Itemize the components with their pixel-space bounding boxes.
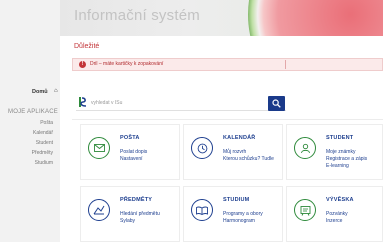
tile-link[interactable]: Hledání předmětu bbox=[120, 211, 160, 217]
tile-posta[interactable]: POŠTA Poslat dopis Nastavení bbox=[80, 124, 180, 180]
tile-title[interactable]: VÝVĚSKA bbox=[326, 197, 354, 203]
clock-icon bbox=[191, 137, 213, 159]
sidebar-apps-heading: MOJE APLIKACE bbox=[8, 109, 58, 115]
separator bbox=[72, 119, 383, 120]
tile-link[interactable]: Programy a obory bbox=[223, 211, 263, 217]
envelope-icon bbox=[88, 137, 110, 159]
sidebar-item-studium[interactable]: Studium bbox=[35, 160, 53, 166]
tile-title[interactable]: POŠTA bbox=[120, 135, 140, 141]
page-title: Informační systém bbox=[74, 7, 200, 24]
tile-link[interactable]: Poslat dopis bbox=[120, 149, 147, 155]
sidebar-item-posta[interactable]: Pošta bbox=[40, 120, 53, 126]
tile-student[interactable]: STUDENT Moje známky Registrace a zápis E… bbox=[286, 124, 383, 180]
tile-link[interactable]: Inzerce bbox=[326, 218, 342, 224]
tile-title[interactable]: STUDENT bbox=[326, 135, 353, 141]
tile-link[interactable]: Harmonogram bbox=[223, 218, 255, 224]
search-bar bbox=[76, 95, 286, 111]
tile-title[interactable]: PŘEDMĚTY bbox=[120, 197, 152, 203]
tile-link[interactable]: Moje známky bbox=[326, 149, 355, 155]
tile-vyveska[interactable]: VÝVĚSKA Pozvánky Inzerce bbox=[286, 186, 383, 242]
search-button[interactable] bbox=[268, 96, 285, 111]
hero-banner: Informační systém bbox=[60, 0, 383, 36]
sidebar-item-student[interactable]: Student bbox=[36, 140, 53, 146]
tile-link[interactable]: Pozvánky bbox=[326, 211, 348, 217]
watermelon-image bbox=[248, 0, 383, 36]
important-heading: Důležité bbox=[74, 43, 100, 50]
alert-text[interactable]: Dril – máte kartičky k zopakování bbox=[90, 61, 163, 67]
book-icon bbox=[191, 199, 213, 221]
sidebar-home-link[interactable]: Domů bbox=[32, 89, 48, 95]
tile-kalendar[interactable]: KALENDÁŘ Můj rozvrh Kterou schůzku? Tudl… bbox=[183, 124, 283, 180]
tile-predmety[interactable]: PŘEDMĚTY Hledání předmětu Sylaby bbox=[80, 186, 180, 242]
tile-studium[interactable]: STUDIUM Programy a obory Harmonogram bbox=[183, 186, 283, 242]
search-icon bbox=[272, 99, 281, 108]
is-logo-icon bbox=[79, 97, 87, 107]
alert-icon: ! bbox=[79, 61, 86, 68]
tile-link[interactable]: Nastavení bbox=[120, 156, 143, 162]
tile-title[interactable]: STUDIUM bbox=[223, 197, 249, 203]
home-icon: ⌂ bbox=[54, 88, 58, 94]
noticeboard-icon bbox=[294, 199, 316, 221]
tile-link[interactable]: Registrace a zápis bbox=[326, 156, 367, 162]
tile-link[interactable]: E-learning bbox=[326, 163, 349, 169]
student-icon bbox=[294, 137, 316, 159]
sidebar-item-predmety[interactable]: Předměty bbox=[32, 150, 53, 156]
tile-link[interactable]: Můj rozvrh bbox=[223, 149, 246, 155]
alert-banner[interactable]: ! Dril – máte kartičky k zopakování bbox=[72, 58, 383, 71]
tile-title[interactable]: KALENDÁŘ bbox=[223, 135, 255, 141]
tile-link[interactable]: Sylaby bbox=[120, 218, 135, 224]
sidebar-item-kalendar[interactable]: Kalendář bbox=[33, 130, 53, 136]
alert-divider bbox=[285, 60, 286, 69]
tile-link[interactable]: Kterou schůzku? Tudle bbox=[223, 156, 274, 162]
search-input[interactable] bbox=[91, 97, 268, 109]
subjects-icon bbox=[88, 199, 110, 221]
